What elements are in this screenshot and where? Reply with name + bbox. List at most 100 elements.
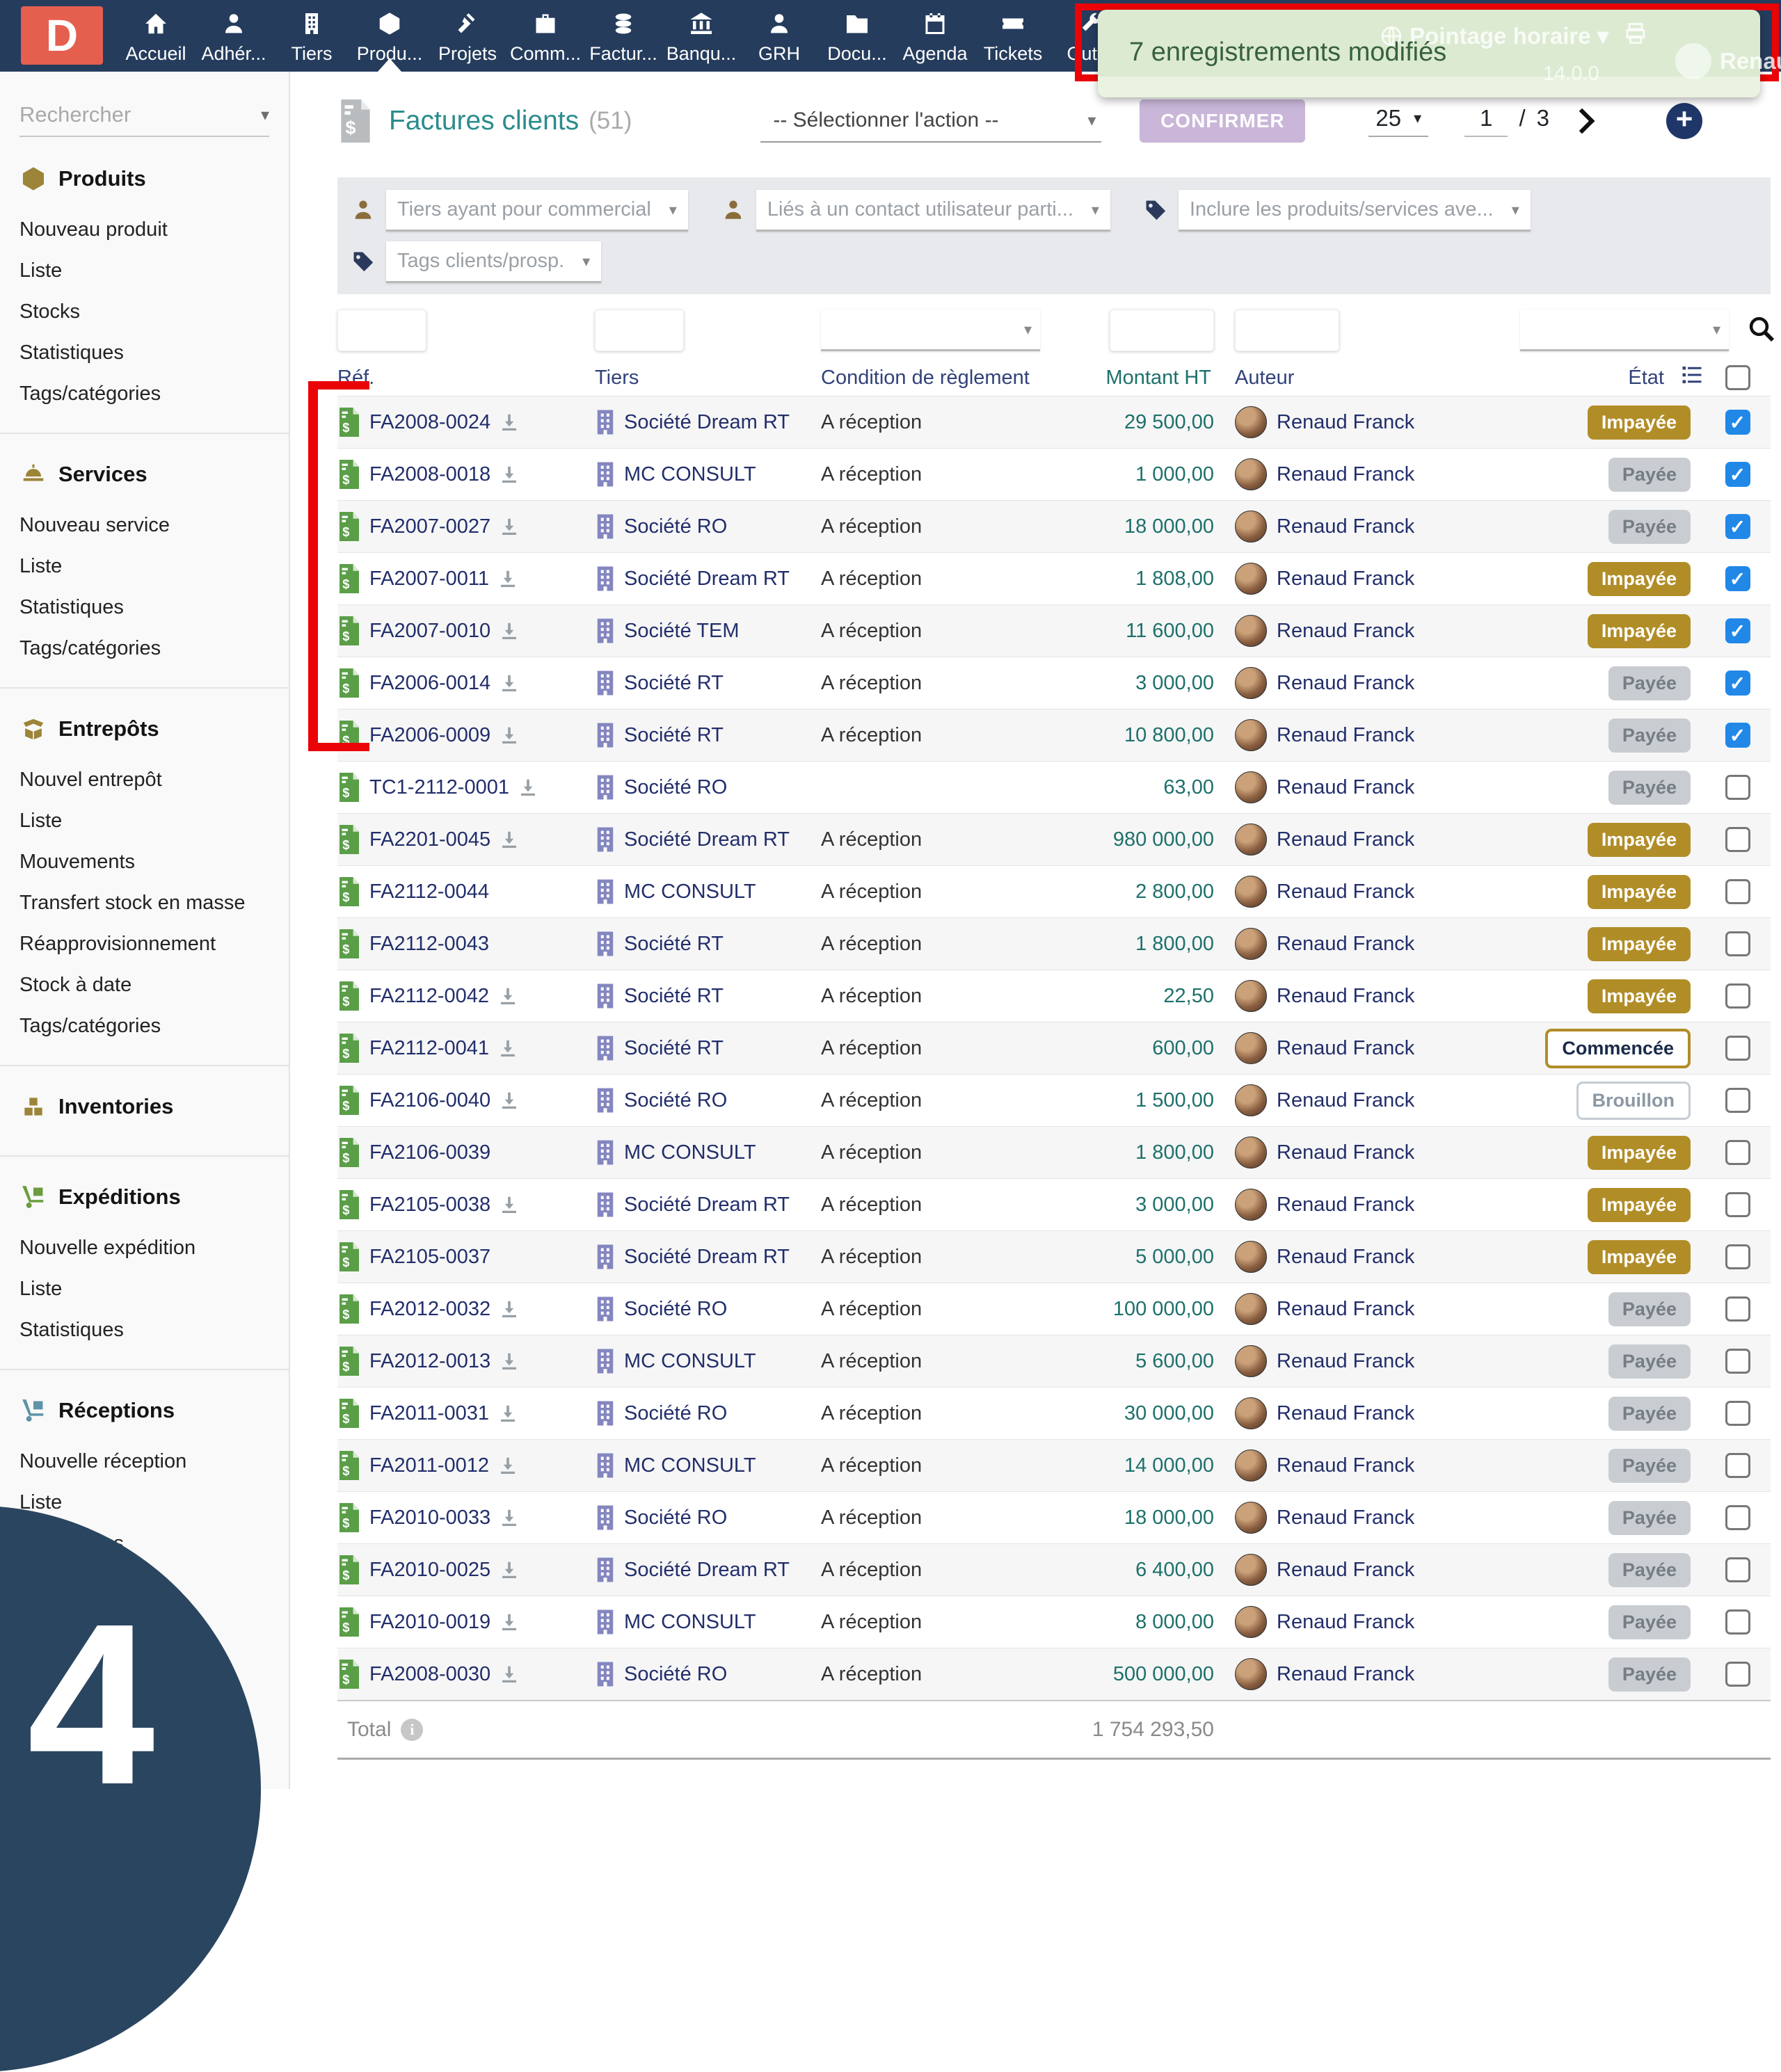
sidebar-section-title[interactable]: Produits — [19, 165, 289, 193]
sidebar-item[interactable]: Statistiques — [19, 1310, 289, 1351]
sidebar-item[interactable]: Liste — [19, 1482, 289, 1523]
company-link[interactable]: Société RO — [624, 1402, 727, 1425]
download-icon[interactable] — [499, 412, 520, 433]
add-invoice-button[interactable]: + — [1666, 103, 1702, 139]
next-page-button[interactable] — [1570, 109, 1595, 134]
search-condition-select[interactable]: ▾ — [821, 310, 1040, 351]
download-icon[interactable] — [499, 1351, 520, 1372]
row-checkbox[interactable] — [1725, 1296, 1750, 1322]
sidebar-item[interactable]: Liste — [19, 250, 289, 291]
confirm-button[interactable]: CONFIRMER — [1140, 99, 1305, 143]
row-checkbox[interactable] — [1725, 1609, 1750, 1635]
author-link[interactable]: Renaud Franck — [1277, 1089, 1414, 1112]
author-link[interactable]: Renaud Franck — [1277, 776, 1414, 799]
company-link[interactable]: Société RO — [624, 1298, 727, 1321]
author-link[interactable]: Renaud Franck — [1277, 672, 1414, 695]
dolibarr-logo[interactable]: D — [21, 6, 103, 65]
company-link[interactable]: Société Dream RT — [624, 828, 790, 851]
download-icon[interactable] — [499, 1664, 520, 1685]
row-checkbox[interactable] — [1725, 723, 1750, 748]
download-icon[interactable] — [497, 1038, 518, 1059]
invoice-ref-link[interactable]: FA2010-0033 — [369, 1507, 490, 1529]
invoice-ref-link[interactable]: FA2201-0045 — [369, 828, 490, 851]
sidebar-item[interactable]: Stock à date — [19, 965, 289, 1006]
sidebar-item[interactable]: Statistiques — [19, 587, 289, 628]
company-link[interactable]: MC CONSULT — [624, 881, 756, 904]
col-header-ref[interactable]: Réf. — [337, 367, 595, 389]
download-icon[interactable] — [499, 620, 520, 641]
company-link[interactable]: MC CONSULT — [624, 1350, 756, 1373]
top-menu-item[interactable]: Tickets — [974, 0, 1052, 72]
row-checkbox[interactable] — [1725, 618, 1750, 643]
invoice-ref-link[interactable]: FA2112-0043 — [369, 933, 489, 956]
company-link[interactable]: Société RO — [624, 515, 727, 538]
top-menu-item[interactable]: Projets — [429, 0, 506, 72]
author-link[interactable]: Renaud Franck — [1277, 463, 1414, 486]
invoice-ref-link[interactable]: FA2006-0009 — [369, 724, 490, 747]
invoice-ref-link[interactable]: FA2008-0024 — [369, 411, 490, 434]
sidebar-item[interactable]: Nouveau produit — [19, 209, 289, 250]
row-checkbox[interactable] — [1725, 410, 1750, 435]
author-link[interactable]: Renaud Franck — [1277, 724, 1414, 747]
top-menu-item[interactable]: Comm... — [506, 0, 584, 72]
invoice-ref-link[interactable]: FA2011-0012 — [369, 1454, 489, 1477]
page-size-select[interactable]: 25 ▾ — [1368, 105, 1428, 137]
company-link[interactable]: Société RT — [624, 1037, 724, 1060]
col-header-state[interactable]: État — [1628, 367, 1664, 389]
company-link[interactable]: Société RO — [624, 1507, 727, 1529]
current-page[interactable]: 1 — [1464, 105, 1508, 137]
author-link[interactable]: Renaud Franck — [1277, 1194, 1414, 1216]
row-checkbox[interactable] — [1725, 1140, 1750, 1165]
top-menu-item[interactable]: Accueil — [117, 0, 195, 72]
row-checkbox[interactable] — [1725, 1036, 1750, 1061]
invoice-ref-link[interactable]: FA2112-0044 — [369, 881, 489, 904]
author-link[interactable]: Renaud Franck — [1277, 1611, 1414, 1634]
sidebar-item[interactable]: Liste — [19, 801, 289, 842]
row-checkbox[interactable] — [1725, 670, 1750, 696]
download-icon[interactable] — [499, 1559, 520, 1580]
user-menu[interactable]: Renaud ▾ — [1675, 43, 1781, 79]
author-link[interactable]: Renaud Franck — [1277, 1507, 1414, 1529]
search-ref-input[interactable] — [337, 310, 426, 351]
company-link[interactable]: Société RT — [624, 985, 724, 1008]
sidebar-section-title[interactable]: Expéditions — [19, 1183, 289, 1211]
invoice-ref-link[interactable]: FA2008-0030 — [369, 1663, 490, 1686]
sidebar-section-title[interactable]: Inventories — [19, 1093, 289, 1121]
invoice-ref-link[interactable]: FA2105-0038 — [369, 1194, 490, 1216]
sidebar-item[interactable]: Nouveau service — [19, 505, 289, 546]
download-icon[interactable] — [518, 777, 538, 798]
row-checkbox[interactable] — [1725, 1662, 1750, 1687]
row-checkbox[interactable] — [1725, 827, 1750, 852]
company-link[interactable]: Société Dream RT — [624, 411, 790, 434]
download-icon[interactable] — [499, 464, 520, 485]
sidebar-section-title[interactable]: Réceptions — [19, 1397, 289, 1424]
company-link[interactable]: Société RO — [624, 1663, 727, 1686]
filter-select[interactable]: Inclure les produits/services ave... ▾ — [1179, 190, 1531, 232]
author-link[interactable]: Renaud Franck — [1277, 1402, 1414, 1425]
invoice-ref-link[interactable]: FA2007-0027 — [369, 515, 490, 538]
top-menu-item[interactable]: Produ... — [351, 0, 429, 72]
sidebar-item[interactable]: Liste — [19, 546, 289, 587]
author-link[interactable]: Renaud Franck — [1277, 1454, 1414, 1477]
company-link[interactable]: Société Dream RT — [624, 568, 790, 591]
row-checkbox[interactable] — [1725, 1401, 1750, 1426]
invoice-ref-link[interactable]: FA2006-0014 — [369, 672, 490, 695]
invoice-ref-link[interactable]: FA2106-0040 — [369, 1089, 490, 1112]
sidebar-item[interactable]: Transfert stock en masse — [19, 883, 289, 924]
sidebar-item[interactable]: Stocks — [19, 291, 289, 332]
download-icon[interactable] — [499, 516, 520, 537]
row-checkbox[interactable] — [1725, 931, 1750, 956]
sidebar-item[interactable]: Liste — [19, 1269, 289, 1310]
author-link[interactable]: Renaud Franck — [1277, 1298, 1414, 1321]
sidebar-item[interactable]: Nouvel entrepôt — [19, 760, 289, 801]
row-checkbox[interactable] — [1725, 983, 1750, 1009]
sidebar-item[interactable]: Nouvelle réception — [19, 1441, 289, 1482]
company-link[interactable]: Société RO — [624, 1089, 727, 1112]
row-checkbox[interactable] — [1725, 514, 1750, 539]
sidebar-item[interactable]: Nouvelle expédition — [19, 1228, 289, 1269]
company-link[interactable]: Société RT — [624, 672, 724, 695]
search-state-select[interactable]: ▾ — [1520, 310, 1729, 351]
author-link[interactable]: Renaud Franck — [1277, 1037, 1414, 1060]
search-author-input[interactable] — [1235, 310, 1339, 351]
top-menu-item[interactable]: Agenda — [896, 0, 974, 72]
